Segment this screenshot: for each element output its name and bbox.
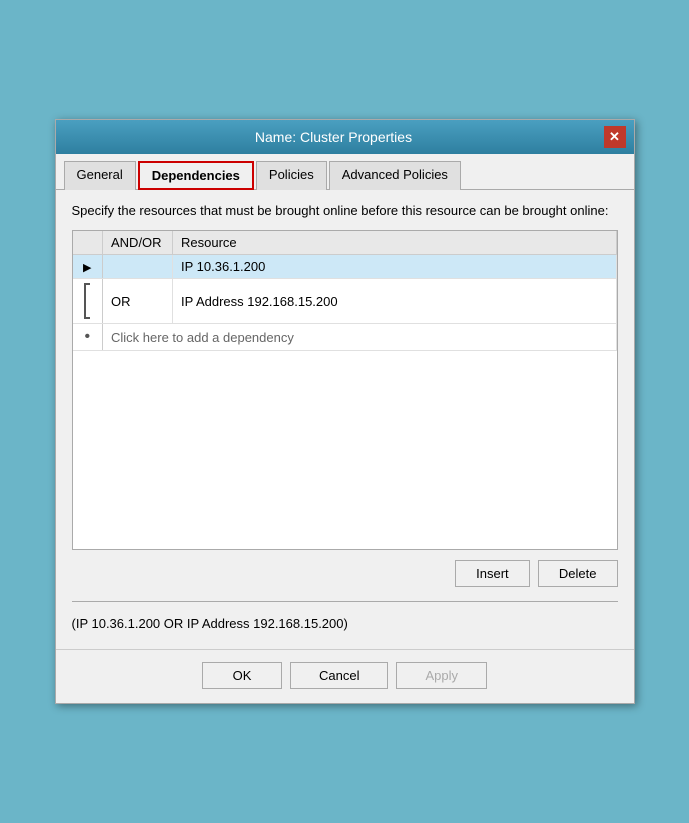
footer-buttons: OK Cancel Apply: [56, 649, 634, 703]
tab-content: Specify the resources that must be broug…: [56, 190, 634, 649]
add-row-dot: •: [73, 324, 103, 351]
tab-dependencies[interactable]: Dependencies: [138, 161, 254, 190]
tab-general[interactable]: General: [64, 161, 136, 190]
arrow-icon: ▶: [83, 262, 91, 274]
insert-button[interactable]: Insert: [455, 560, 530, 587]
tab-bar: General Dependencies Policies Advanced P…: [56, 154, 634, 190]
col-header-resource: Resource: [173, 231, 617, 255]
row-selector-icon: ▶: [73, 255, 103, 279]
tab-advanced-policies[interactable]: Advanced Policies: [329, 161, 461, 190]
dialog-title: Name: Cluster Properties: [64, 129, 604, 145]
row-andor-1[interactable]: [103, 255, 173, 279]
tab-policies[interactable]: Policies: [256, 161, 327, 190]
formula-display: (IP 10.36.1.200 OR IP Address 192.168.15…: [72, 610, 618, 637]
row-resource-2[interactable]: IP Address 192.168.15.200: [173, 279, 617, 324]
dialog-window: Name: Cluster Properties ✕ General Depen…: [55, 119, 635, 704]
row-resource-1[interactable]: IP 10.36.1.200: [173, 255, 617, 279]
row-selector-empty: [73, 279, 103, 324]
table-action-buttons: Insert Delete: [72, 560, 618, 593]
dependency-table: AND/OR Resource ▶ IP 10.36.1.200: [72, 230, 618, 550]
col-header-andor: AND/OR: [103, 231, 173, 255]
delete-button[interactable]: Delete: [538, 560, 618, 587]
description-text: Specify the resources that must be broug…: [72, 202, 618, 220]
table-row[interactable]: ▶ IP 10.36.1.200: [73, 255, 617, 279]
divider: [72, 601, 618, 602]
row-andor-2[interactable]: OR: [103, 279, 173, 324]
add-dependency-row[interactable]: • Click here to add a dependency: [73, 324, 617, 351]
close-button[interactable]: ✕: [604, 126, 626, 148]
table-header-row: AND/OR Resource: [73, 231, 617, 255]
table-row[interactable]: OR IP Address 192.168.15.200: [73, 279, 617, 324]
add-row-text[interactable]: Click here to add a dependency: [103, 324, 617, 351]
col-header-selector: [73, 231, 103, 255]
bullet-icon: •: [84, 328, 90, 345]
ok-button[interactable]: OK: [202, 662, 282, 689]
apply-button[interactable]: Apply: [396, 662, 487, 689]
title-bar: Name: Cluster Properties ✕: [56, 120, 634, 154]
cancel-button[interactable]: Cancel: [290, 662, 388, 689]
